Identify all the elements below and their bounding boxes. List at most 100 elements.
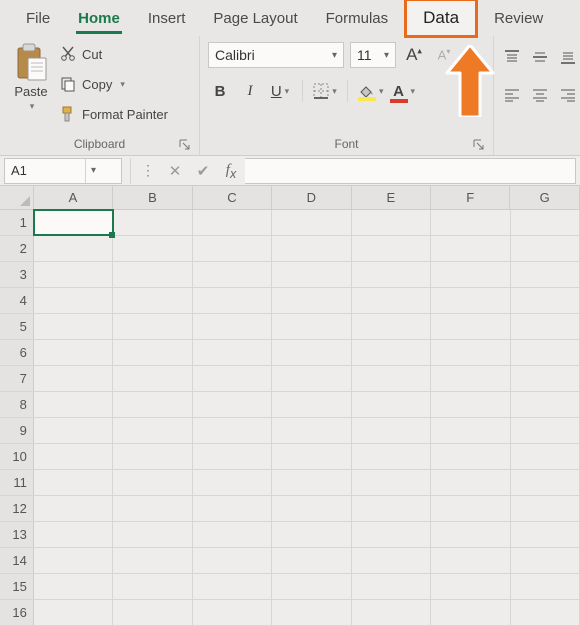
cell[interactable] (272, 366, 351, 391)
cell[interactable] (113, 340, 192, 365)
cell[interactable] (272, 496, 351, 521)
font-name-select[interactable]: Calibri ▾ (208, 42, 344, 68)
cell[interactable] (193, 600, 272, 625)
cell[interactable] (352, 288, 431, 313)
row-header[interactable]: 14 (0, 548, 34, 573)
cell[interactable] (34, 574, 113, 599)
cell[interactable] (511, 444, 580, 469)
cell[interactable] (193, 366, 272, 391)
cell[interactable] (113, 600, 192, 625)
cut-button[interactable]: Cut (60, 42, 168, 66)
cell[interactable] (193, 210, 272, 235)
cell[interactable] (272, 392, 351, 417)
cell[interactable] (272, 548, 351, 573)
font-size-select[interactable]: 11 ▾ (350, 42, 396, 68)
chevron-down-icon[interactable]: ▾ (85, 159, 101, 183)
column-header[interactable]: B (113, 186, 192, 209)
cell[interactable] (511, 600, 580, 625)
cell[interactable] (113, 418, 192, 443)
align-middle-button[interactable] (530, 44, 550, 70)
row-header[interactable]: 12 (0, 496, 34, 521)
cell[interactable] (113, 314, 192, 339)
cell[interactable] (272, 600, 351, 625)
fill-color-button[interactable]: ▾ (358, 78, 384, 104)
enter-formula-button[interactable]: ✔ (189, 162, 217, 180)
cell[interactable] (272, 262, 351, 287)
font-color-button[interactable]: A ▾ (390, 78, 416, 104)
cell[interactable] (511, 470, 580, 495)
cell[interactable] (272, 470, 351, 495)
row-header[interactable]: 1 (0, 210, 34, 235)
cell[interactable] (34, 418, 113, 443)
row-header[interactable]: 10 (0, 444, 34, 469)
column-header[interactable]: F (431, 186, 510, 209)
cell[interactable] (34, 444, 113, 469)
cell[interactable] (113, 496, 192, 521)
paste-button[interactable]: Paste ▾ (8, 40, 54, 112)
cell[interactable] (113, 574, 192, 599)
cell[interactable] (34, 340, 113, 365)
borders-button[interactable]: ▾ (313, 78, 337, 104)
copy-button[interactable]: Copy ▾ (60, 72, 168, 96)
cell[interactable] (431, 470, 510, 495)
cell[interactable] (431, 288, 510, 313)
row-header[interactable]: 15 (0, 574, 34, 599)
tab-home[interactable]: Home (64, 0, 134, 36)
cell[interactable] (113, 444, 192, 469)
cell[interactable] (272, 522, 351, 547)
cell[interactable] (272, 574, 351, 599)
column-header[interactable]: A (34, 186, 113, 209)
tab-review[interactable]: Review (480, 0, 557, 36)
cell[interactable] (113, 262, 192, 287)
cell[interactable] (272, 236, 351, 261)
cell[interactable] (193, 262, 272, 287)
name-box[interactable]: ▾ (4, 158, 122, 184)
cell[interactable] (511, 522, 580, 547)
cell[interactable] (511, 288, 580, 313)
column-header[interactable]: E (352, 186, 431, 209)
cell[interactable] (431, 366, 510, 391)
cell[interactable] (34, 288, 113, 313)
cell[interactable] (34, 470, 113, 495)
cell[interactable] (113, 470, 192, 495)
cell[interactable] (352, 496, 431, 521)
cell[interactable] (352, 522, 431, 547)
cell[interactable] (431, 548, 510, 573)
cell[interactable] (193, 522, 272, 547)
cell[interactable] (352, 418, 431, 443)
cell[interactable] (431, 340, 510, 365)
formula-input[interactable] (245, 158, 576, 184)
cell[interactable] (34, 236, 113, 261)
cell[interactable] (34, 548, 113, 573)
cell[interactable] (34, 314, 113, 339)
cell[interactable] (511, 418, 580, 443)
align-left-button[interactable] (502, 82, 522, 108)
cell[interactable] (193, 548, 272, 573)
row-header[interactable]: 8 (0, 392, 34, 417)
cell[interactable] (431, 444, 510, 469)
cell[interactable] (352, 340, 431, 365)
insert-function-button[interactable]: fx (217, 161, 245, 181)
cell[interactable] (272, 314, 351, 339)
cell[interactable] (34, 366, 113, 391)
cell[interactable] (34, 392, 113, 417)
cell[interactable] (511, 236, 580, 261)
column-header[interactable]: C (193, 186, 272, 209)
column-header[interactable]: D (272, 186, 351, 209)
decrease-font-button[interactable]: A▾ (432, 42, 456, 68)
cell[interactable] (431, 522, 510, 547)
cancel-formula-button[interactable]: ✕ (161, 162, 189, 180)
cell[interactable] (272, 288, 351, 313)
cell[interactable] (272, 444, 351, 469)
row-header[interactable]: 4 (0, 288, 34, 313)
cell[interactable] (352, 366, 431, 391)
row-header[interactable]: 6 (0, 340, 34, 365)
cell[interactable] (352, 574, 431, 599)
cell[interactable] (113, 288, 192, 313)
dialog-launcher-icon[interactable] (179, 139, 193, 153)
cell[interactable] (272, 418, 351, 443)
cell[interactable] (431, 574, 510, 599)
align-center-button[interactable] (530, 82, 550, 108)
cell[interactable] (511, 340, 580, 365)
cell[interactable] (352, 314, 431, 339)
